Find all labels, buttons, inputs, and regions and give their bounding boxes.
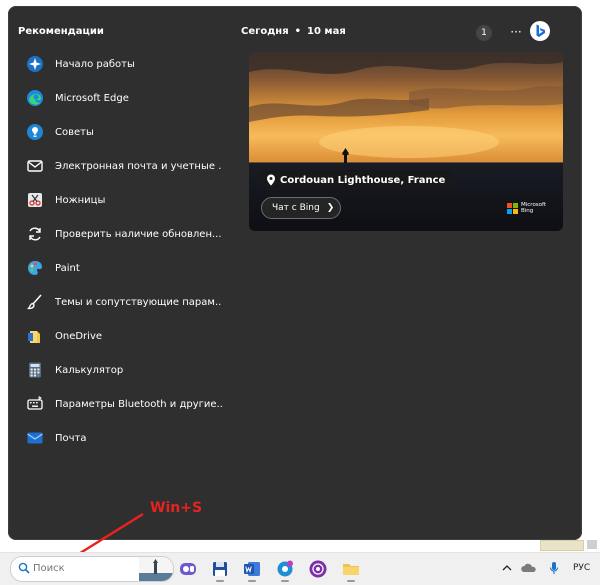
news-header: Сегодня • 10 мая bbox=[241, 26, 346, 37]
chevron-up-icon[interactable] bbox=[499, 560, 515, 576]
rec-item-tips[interactable]: Советы bbox=[22, 115, 222, 149]
recommendations-list: Начало работы Microsoft Edge Советы Элек… bbox=[22, 47, 222, 455]
microsoft-logo-icon bbox=[507, 202, 518, 214]
themes-brush-icon bbox=[26, 293, 44, 311]
rec-item-paint[interactable]: Paint bbox=[22, 251, 222, 285]
calculator-icon bbox=[26, 361, 44, 379]
news-date: 10 мая bbox=[307, 26, 346, 37]
update-icon bbox=[26, 225, 44, 243]
taskbar-running-indicator bbox=[216, 580, 224, 582]
snipping-tool-icon bbox=[26, 191, 44, 209]
rec-item-label: Советы bbox=[55, 126, 94, 138]
rec-item-label: Ножницы bbox=[55, 194, 106, 206]
taskbar-running-indicator bbox=[281, 580, 289, 582]
rec-item-update[interactable]: Проверить наличие обновлен... bbox=[22, 217, 222, 251]
get-started-icon bbox=[26, 55, 44, 73]
brand-line2: Bing bbox=[521, 208, 534, 214]
rec-item-snipping[interactable]: Ножницы bbox=[22, 183, 222, 217]
rec-item-get-started[interactable]: Начало работы bbox=[22, 47, 222, 81]
bluetooth-settings-icon bbox=[26, 395, 44, 413]
onedrive-icon bbox=[26, 327, 44, 345]
taskbar-settings-icon[interactable] bbox=[272, 556, 298, 582]
recommendations-title: Рекомендации bbox=[18, 26, 104, 37]
chevron-right-icon: ❯ bbox=[326, 203, 335, 213]
taskbar-running-indicator bbox=[347, 580, 355, 582]
rec-item-label: Калькулятор bbox=[55, 364, 124, 376]
taskbar-search-box[interactable] bbox=[10, 556, 174, 582]
rec-item-themes[interactable]: Темы и сопутствующие парам... bbox=[22, 285, 222, 319]
location-label[interactable]: Cordouan Lighthouse, France bbox=[261, 170, 453, 190]
chat-button-label: Чат с Bing bbox=[272, 203, 320, 213]
taskbar-save-disk-icon[interactable] bbox=[207, 556, 233, 582]
microphone-icon[interactable] bbox=[546, 560, 562, 576]
notification-badge[interactable]: 1 bbox=[476, 25, 492, 41]
rec-item-label: Параметры Bluetooth и другие... bbox=[55, 398, 222, 410]
news-card[interactable]: Cordouan Lighthouse, France Чат с Bing ❯… bbox=[249, 52, 563, 231]
rec-item-mail[interactable]: Почта bbox=[22, 421, 222, 455]
rec-item-label: Темы и сопутствующие парам... bbox=[55, 296, 222, 308]
chat-with-bing-button[interactable]: Чат с Bing ❯ bbox=[261, 197, 342, 219]
rec-item-bluetooth[interactable]: Параметры Bluetooth и другие... bbox=[22, 387, 222, 421]
more-options-button[interactable]: ··· bbox=[506, 22, 526, 42]
tips-icon bbox=[26, 123, 44, 141]
microsoft-bing-logo: Microsoft Bing bbox=[507, 202, 546, 214]
bing-chat-icon[interactable] bbox=[529, 20, 551, 42]
taskbar-word-icon[interactable] bbox=[239, 556, 265, 582]
rec-item-label: Проверить наличие обновлен... bbox=[55, 228, 222, 240]
taskbar-chat-icon[interactable] bbox=[175, 556, 201, 582]
rec-item-label: Почта bbox=[55, 432, 87, 444]
rec-item-calculator[interactable]: Калькулятор bbox=[22, 353, 222, 387]
shortcut-hint: Win+S bbox=[150, 500, 203, 516]
input-language-indicator[interactable]: РУС bbox=[573, 563, 590, 573]
paint-icon bbox=[26, 259, 44, 277]
rec-item-edge[interactable]: Microsoft Edge bbox=[22, 81, 222, 115]
search-highlight-lighthouse-icon bbox=[139, 557, 173, 581]
rec-item-label: Начало работы bbox=[55, 58, 135, 70]
tray-close bbox=[587, 540, 597, 549]
rec-item-label: Paint bbox=[55, 262, 80, 274]
search-icon bbox=[18, 562, 30, 574]
location-pin-icon bbox=[267, 174, 275, 186]
mail-accounts-icon bbox=[26, 157, 44, 175]
rec-item-onedrive[interactable]: OneDrive bbox=[22, 319, 222, 353]
edge-icon bbox=[26, 89, 44, 107]
onedrive-cloud-icon[interactable] bbox=[521, 560, 537, 576]
location-text: Cordouan Lighthouse, France bbox=[280, 174, 446, 186]
rec-item-label: Microsoft Edge bbox=[55, 92, 129, 104]
rec-item-label: Электронная почта и учетные ... bbox=[55, 160, 222, 172]
rec-item-mail-accounts[interactable]: Электронная почта и учетные ... bbox=[22, 149, 222, 183]
rec-item-label: OneDrive bbox=[55, 330, 103, 342]
taskbar-divider bbox=[0, 552, 600, 553]
taskbar-podcast-icon[interactable] bbox=[305, 556, 331, 582]
news-separator: • bbox=[294, 26, 302, 37]
search-input[interactable] bbox=[33, 560, 133, 576]
taskbar-file-explorer-icon[interactable] bbox=[338, 556, 364, 582]
taskbar-running-indicator bbox=[248, 580, 256, 582]
news-today: Сегодня bbox=[241, 26, 289, 37]
mail-icon bbox=[26, 429, 44, 447]
tray-flag bbox=[540, 540, 584, 551]
